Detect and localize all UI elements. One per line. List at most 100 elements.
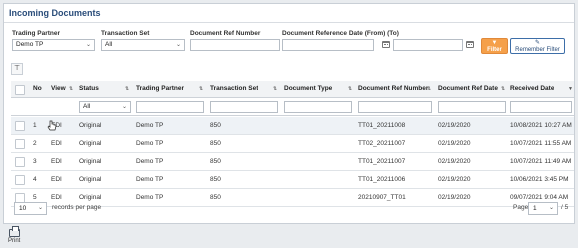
doc-ref-number-input[interactable] [190, 39, 280, 51]
cell-transaction-set: 850 [210, 140, 221, 147]
remember-filter-button[interactable]: ✎ Remember Filter [510, 38, 565, 54]
pager: 10 ⌄ records per page Page 1 ⌄ / 5 [11, 201, 574, 217]
page-select[interactable]: 1 ⌄ [528, 202, 558, 215]
view-edi-link[interactable]: EDI [51, 153, 62, 171]
sort-icon[interactable]: ⇅ [199, 81, 203, 98]
view-edi-link[interactable]: EDI [51, 171, 62, 189]
transaction-set-label: Transaction Set [101, 30, 150, 37]
cell-status: Original [79, 122, 102, 129]
status-filter-select[interactable]: All ⌄ [79, 101, 131, 113]
printer-icon [8, 226, 20, 237]
ref-date-filter-input[interactable] [438, 101, 506, 113]
cell-doc-ref-number: TT01_20211008 [358, 122, 406, 129]
page-total: / 5 [561, 204, 569, 211]
col-trading-partner[interactable]: Trading Partner [136, 81, 184, 97]
col-transaction-set[interactable]: Transaction Set [210, 81, 258, 97]
doc-ref-date-to-input[interactable] [393, 39, 463, 51]
sort-desc-icon[interactable]: ▼ [568, 81, 573, 98]
chevron-down-icon: ⌄ [175, 42, 181, 48]
cell-transaction-set: 850 [210, 158, 221, 165]
col-document-type[interactable]: Document Type [284, 81, 332, 97]
cell-received-date: 10/06/2021 3:45 PM [510, 176, 569, 183]
chevron-down-icon: ⌄ [121, 104, 127, 110]
table-header: No View ⇅ Status ⇅ Trading Partner ⇅ Tra… [11, 81, 574, 98]
funnel-icon: ▼ [491, 40, 498, 46]
incoming-documents-panel: Incoming Documents Trading Partner Demo … [3, 3, 575, 224]
col-no[interactable]: No [33, 81, 42, 97]
panel-title: Incoming Documents [9, 8, 101, 18]
view-edi-link[interactable]: EDI [51, 135, 62, 153]
cell-received-date: 10/07/2021 11:49 AM [510, 158, 572, 165]
cell-doc-ref-date: 02/19/2020 [438, 158, 471, 165]
doc-ref-date-from-input[interactable] [282, 39, 374, 51]
cell-received-date: 10/07/2021 11:55 AM [510, 140, 572, 147]
doc-ref-date-label: Document Reference Date (From) (To) [282, 30, 399, 37]
transaction-set-select[interactable]: All ⌄ [101, 39, 185, 51]
calendar-icon[interactable] [382, 41, 390, 48]
cell-trading-partner: Demo TP [136, 176, 164, 183]
table-row[interactable]: 1 EDI Original Demo TP 850 TT01_20211008 02/19… [11, 117, 574, 135]
col-status[interactable]: Status [79, 81, 99, 97]
doc-ref-number-label: Document Ref Number [190, 30, 261, 37]
cell-doc-ref-date: 02/19/2020 [438, 140, 471, 147]
table-row[interactable]: 4 EDI Original Demo TP 850 TT01_20211006 02/19… [11, 171, 574, 189]
cell-no: 2 [33, 140, 37, 147]
cell-trading-partner: Demo TP [136, 158, 164, 165]
cell-status: Original [79, 176, 102, 183]
chevron-down-icon: ⌄ [85, 42, 91, 48]
cell-no: 3 [33, 158, 37, 165]
chevron-down-icon: ⌄ [37, 205, 43, 211]
select-all-checkbox[interactable] [15, 85, 25, 95]
set-filter-input[interactable] [210, 101, 278, 113]
cell-status: Original [79, 140, 102, 147]
cell-transaction-set: 850 [210, 176, 221, 183]
cell-doc-ref-number: TT01_20211007 [358, 158, 406, 165]
ref-filter-input[interactable] [358, 101, 432, 113]
table-row[interactable]: 2 EDI Original Demo TP 850 TT02_20211007 02/19… [11, 135, 574, 153]
per-page-label: records per page [52, 204, 102, 211]
col-doc-ref-number[interactable]: Document Ref Number [358, 81, 428, 97]
cell-status: Original [79, 158, 102, 165]
pin-icon: ✎ [534, 40, 541, 46]
trading-partner-select[interactable]: Demo TP ⌄ [12, 39, 95, 51]
cell-doc-ref-number: TT02_20211007 [358, 140, 406, 147]
calendar-icon[interactable] [466, 41, 474, 48]
cell-doc-ref-number: TT01_20211006 [358, 176, 406, 183]
received-filter-input[interactable] [510, 101, 572, 113]
filter-button[interactable]: ▼ Filter [481, 38, 508, 54]
trading-partner-label: Trading Partner [12, 30, 61, 37]
sort-icon[interactable]: ⇅ [273, 81, 277, 98]
per-page-select[interactable]: 10 ⌄ [14, 202, 47, 215]
cell-trading-partner: Demo TP [136, 140, 164, 147]
row-checkbox[interactable] [15, 121, 25, 131]
cell-transaction-set: 850 [210, 122, 221, 129]
print-button[interactable]: Print [8, 226, 20, 244]
row-checkbox[interactable] [15, 175, 25, 185]
cell-doc-ref-date: 02/19/2020 [438, 176, 471, 183]
partner-filter-input[interactable] [136, 101, 204, 113]
hand-cursor-icon [47, 120, 57, 131]
chevron-down-icon: ⌄ [548, 205, 554, 211]
sort-icon[interactable]: ⇅ [125, 81, 129, 98]
cell-no: 4 [33, 176, 37, 183]
cell-no: 1 [33, 122, 37, 129]
sort-icon[interactable]: ⇅ [69, 81, 73, 98]
row-checkbox[interactable] [15, 139, 25, 149]
cell-trading-partner: Demo TP [136, 122, 164, 129]
funnel-icon: ⊤ [13, 65, 21, 72]
table-filter-row: All ⌄ [11, 99, 574, 116]
cell-doc-ref-date: 02/19/2020 [438, 122, 471, 129]
col-view[interactable]: View [51, 81, 66, 97]
cell-received-date: 10/08/2021 10:27 AM [510, 122, 572, 129]
title-divider [4, 22, 574, 23]
table-row[interactable]: 3 EDI Original Demo TP 850 TT01_20211007 02/19… [11, 153, 574, 171]
type-filter-input[interactable] [284, 101, 352, 113]
col-received-date[interactable]: Received Date [510, 81, 554, 97]
sort-icon[interactable]: ⇅ [348, 81, 352, 98]
sort-icon[interactable]: ⇅ [501, 81, 505, 98]
row-checkbox[interactable] [15, 157, 25, 167]
page-label: Page [513, 204, 529, 211]
sort-icon[interactable]: ⇅ [427, 81, 431, 98]
col-doc-ref-date[interactable]: Document Ref Date [438, 81, 498, 97]
column-filter-toggle[interactable]: ⊤ [11, 63, 23, 75]
